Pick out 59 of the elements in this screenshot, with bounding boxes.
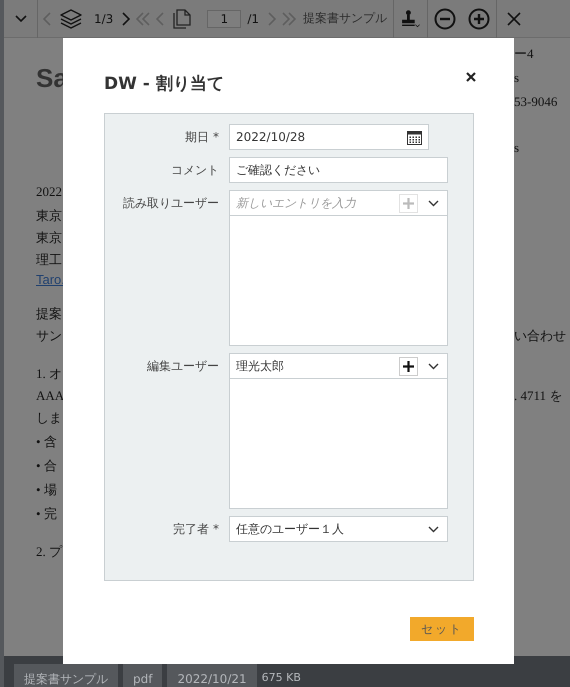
document-text: 東京 xyxy=(36,230,62,245)
add-button[interactable] xyxy=(399,356,418,376)
chevron-down-icon xyxy=(14,14,26,22)
plus-icon xyxy=(403,198,414,208)
document-text: • 完 xyxy=(36,506,57,521)
dialog-title: DW - 割り当て xyxy=(104,72,224,94)
document-text: 2022 xyxy=(36,184,62,199)
chevron-down-icon xyxy=(428,362,439,370)
field-label: 期日 * xyxy=(184,129,220,146)
field-label: コメント xyxy=(170,162,220,179)
document-text: . 4711 を xyxy=(514,388,562,403)
document-text: 2. プ xyxy=(36,544,62,559)
pages-icon xyxy=(173,8,192,28)
chevron-down-icon xyxy=(428,526,439,532)
field-label: 編集ユーザー xyxy=(146,358,220,375)
page-count: 1/3 xyxy=(93,12,114,26)
minus-circle-icon xyxy=(434,8,456,30)
chevron-right-icon xyxy=(122,12,130,26)
file-info-tag: 提案書サンプル xyxy=(14,664,118,687)
page-number-field[interactable]: 1 xyxy=(207,10,242,28)
close-button[interactable] xyxy=(464,70,478,84)
calendar-icon xyxy=(407,130,422,144)
plus-circle-icon xyxy=(468,8,490,30)
chevron-down-icon xyxy=(428,200,439,206)
chevron-left-icon xyxy=(43,12,51,26)
chevron-right-icon xyxy=(268,12,276,26)
document-text: • 含 xyxy=(36,434,57,449)
plus-icon xyxy=(403,360,414,372)
date-field[interactable]: 2022/10/28 xyxy=(229,124,429,150)
document-text: • 合 xyxy=(36,458,57,473)
page-count: /1 xyxy=(246,12,260,26)
field-label: 読み取りユーザー xyxy=(122,195,220,212)
document-text: 1. オ xyxy=(36,366,62,381)
close-icon xyxy=(466,72,476,82)
set-button[interactable]: セット xyxy=(410,617,474,641)
document-text: ー4 xyxy=(514,46,534,61)
document-text: s xyxy=(514,70,520,85)
file-info-tag: 2022/10/21 xyxy=(167,664,257,687)
comment-field[interactable]: ご確認ください xyxy=(229,157,448,183)
document-text: s xyxy=(514,140,520,155)
document-text: 東京 xyxy=(36,208,62,223)
completer-select[interactable]: 任意のユーザー１人 xyxy=(229,516,448,542)
document-text: • 場 xyxy=(36,482,57,497)
document-text: しま xyxy=(36,410,62,425)
chevron-left-icon xyxy=(156,12,164,26)
document-text: 提案 xyxy=(36,306,62,321)
document-text: サン xyxy=(36,328,62,343)
file-size: 675 KB xyxy=(262,671,301,684)
field-label: 完了者 * xyxy=(172,521,220,538)
document-title: 提案書サンプル xyxy=(302,10,388,27)
document-text: い合わせ xyxy=(514,328,566,343)
document-text: AAA xyxy=(36,388,64,403)
double-chevron-right-icon xyxy=(282,12,296,26)
document-text: 53-9046 xyxy=(514,94,558,109)
double-chevron-left-icon xyxy=(136,12,150,26)
file-info-tag: pdf xyxy=(123,664,162,687)
close-icon xyxy=(506,12,520,26)
document-text: 理工 xyxy=(36,252,62,267)
layers-icon xyxy=(60,8,82,28)
